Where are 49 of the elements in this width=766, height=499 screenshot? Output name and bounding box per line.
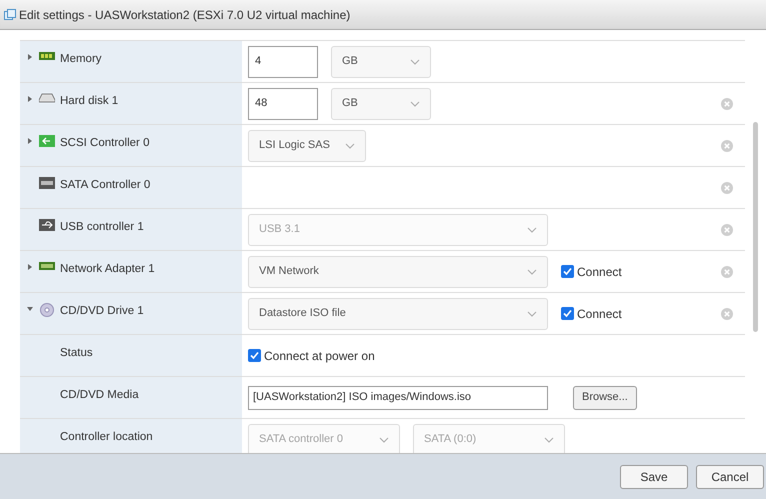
checkbox-label: Connect xyxy=(577,306,622,322)
chevron-icon xyxy=(410,58,420,64)
expand-arrow-icon[interactable] xyxy=(27,96,33,102)
dropdown[interactable]: LSI Logic SAS xyxy=(248,130,366,162)
chevron-icon xyxy=(379,436,389,442)
chevron-icon xyxy=(345,142,355,148)
setting-label: Network Adapter 1 xyxy=(60,262,155,277)
text-field[interactable]: [UASWorkstation2] ISO images/Windows.iso xyxy=(248,386,548,410)
expand-arrow-icon[interactable] xyxy=(27,54,33,60)
chevron-icon xyxy=(527,268,537,274)
number-field[interactable]: 48 xyxy=(248,88,318,120)
network-card-icon xyxy=(39,261,55,271)
chevron-icon xyxy=(410,100,420,106)
chevron-icon xyxy=(527,310,537,316)
checkbox[interactable] xyxy=(561,265,574,278)
chevron-icon xyxy=(544,436,554,442)
arrow-box-icon xyxy=(39,135,55,147)
browse-button[interactable]: Browse... xyxy=(573,386,637,410)
setting-label: SATA Controller 0 xyxy=(60,178,150,193)
controller-chip-icon xyxy=(39,177,55,189)
memory-chip-icon xyxy=(39,51,55,61)
scrollbar-thumb[interactable] xyxy=(753,122,758,332)
setting-label: Hard disk 1 xyxy=(60,94,118,109)
checkbox[interactable] xyxy=(561,307,574,320)
window-icon xyxy=(4,8,16,20)
window-title: Edit settings - UASWorkstation2 (ESXi 7.0 U2 virtual machine) xyxy=(19,6,350,24)
dialog-button[interactable]: Cancel xyxy=(696,464,764,488)
dropdown[interactable]: Datastore ISO file xyxy=(248,298,548,330)
checkbox-label: Connect at power on xyxy=(264,348,375,364)
chevron-icon xyxy=(527,226,537,232)
dialog-button[interactable]: Save xyxy=(620,464,688,488)
setting-label: Status xyxy=(60,346,93,361)
checkbox[interactable] xyxy=(248,349,261,362)
number-field[interactable]: 4 xyxy=(248,46,318,78)
checkbox-label: Connect xyxy=(577,264,622,280)
expand-arrow-icon[interactable] xyxy=(27,138,33,144)
setting-label: USB controller 1 xyxy=(60,220,144,235)
expand-arrow-icon[interactable] xyxy=(27,264,33,270)
setting-label: SCSI Controller 0 xyxy=(60,136,150,151)
disc-icon xyxy=(40,303,54,317)
collapse-arrow-icon[interactable] xyxy=(27,306,33,312)
usb-icon xyxy=(39,219,55,231)
setting-label: CD/DVD Media xyxy=(60,388,139,403)
setting-label: Controller location xyxy=(60,430,153,445)
dropdown[interactable]: GB xyxy=(331,46,431,78)
setting-label: CD/DVD Drive 1 xyxy=(60,304,144,319)
setting-label: Memory xyxy=(60,52,102,67)
dropdown[interactable]: VM Network xyxy=(248,256,548,288)
dropdown[interactable]: GB xyxy=(331,88,431,120)
